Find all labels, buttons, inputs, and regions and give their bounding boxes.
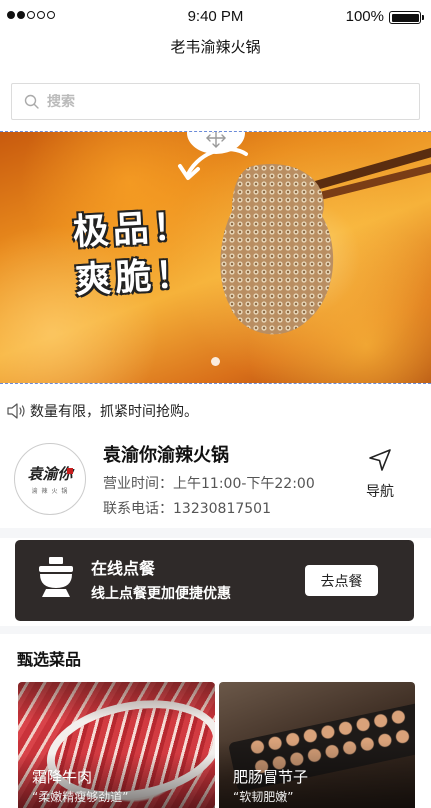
promo-banner[interactable]: 极品！ 爽脆！ [0, 131, 431, 384]
featured-section-title: 甄选菜品 [17, 650, 82, 669]
section-divider [0, 528, 431, 538]
go-order-button[interactable]: 去点餐 [305, 565, 378, 596]
battery-icon [389, 11, 424, 24]
search-bar[interactable] [11, 83, 420, 120]
store-logo: 袁渝你 渝 辣 火 锅 [14, 443, 86, 515]
battery-percentage: 100% [345, 8, 384, 25]
carousel-indicator[interactable] [0, 357, 431, 366]
status-bar: 9:40 PM 100% [0, 0, 431, 34]
online-order-card[interactable]: 在线点餐 线上点餐更加便捷优惠 去点餐 [15, 540, 414, 621]
store-phone[interactable]: 联系电话：13230817501 [103, 498, 271, 518]
dish-description: “柔嫩精瘦够劲道” [32, 790, 129, 804]
navigate-button[interactable]: 导航 [360, 447, 400, 501]
page-title: 老韦渝辣火锅 [170, 38, 261, 56]
section-divider [0, 626, 431, 634]
dish-card[interactable]: 肥肠冒节子 “软韧肥嫩” [219, 682, 415, 808]
notice-text: 数量有限，抓紧时间抢购。 [30, 404, 198, 420]
store-logo-text: 袁渝你 [27, 465, 73, 483]
speaker-icon [7, 403, 25, 419]
hotpot-icon [39, 557, 73, 597]
dish-name: 霜降牛肉 [32, 768, 93, 786]
red-seal-icon [67, 468, 73, 474]
store-hours: 营业时间：上午11:00-下午22:00 [103, 476, 315, 492]
navigate-label: 导航 [366, 484, 394, 500]
move-icon [206, 132, 226, 148]
dish-description: “软韧肥嫩” [233, 790, 294, 804]
dish-name: 肥肠冒节子 [233, 768, 309, 786]
store-logo-subtext: 渝 辣 火 锅 [31, 488, 69, 495]
notice-bar: 数量有限，抓紧时间抢购。 [6, 401, 198, 421]
online-order-subtitle: 线上点餐更加便捷优惠 [91, 586, 231, 602]
store-name: 袁渝你渝辣火锅 [103, 445, 229, 466]
dish-card[interactable]: 霜降牛肉 “柔嫩精瘦够劲道” [18, 682, 215, 808]
search-icon [24, 94, 39, 109]
online-order-title: 在线点餐 [91, 559, 156, 578]
banner-headline: 极品！ 爽脆！ [71, 205, 197, 302]
search-input[interactable] [47, 93, 387, 110]
navigation-arrow-icon [369, 449, 391, 471]
carousel-dot[interactable] [211, 357, 220, 366]
